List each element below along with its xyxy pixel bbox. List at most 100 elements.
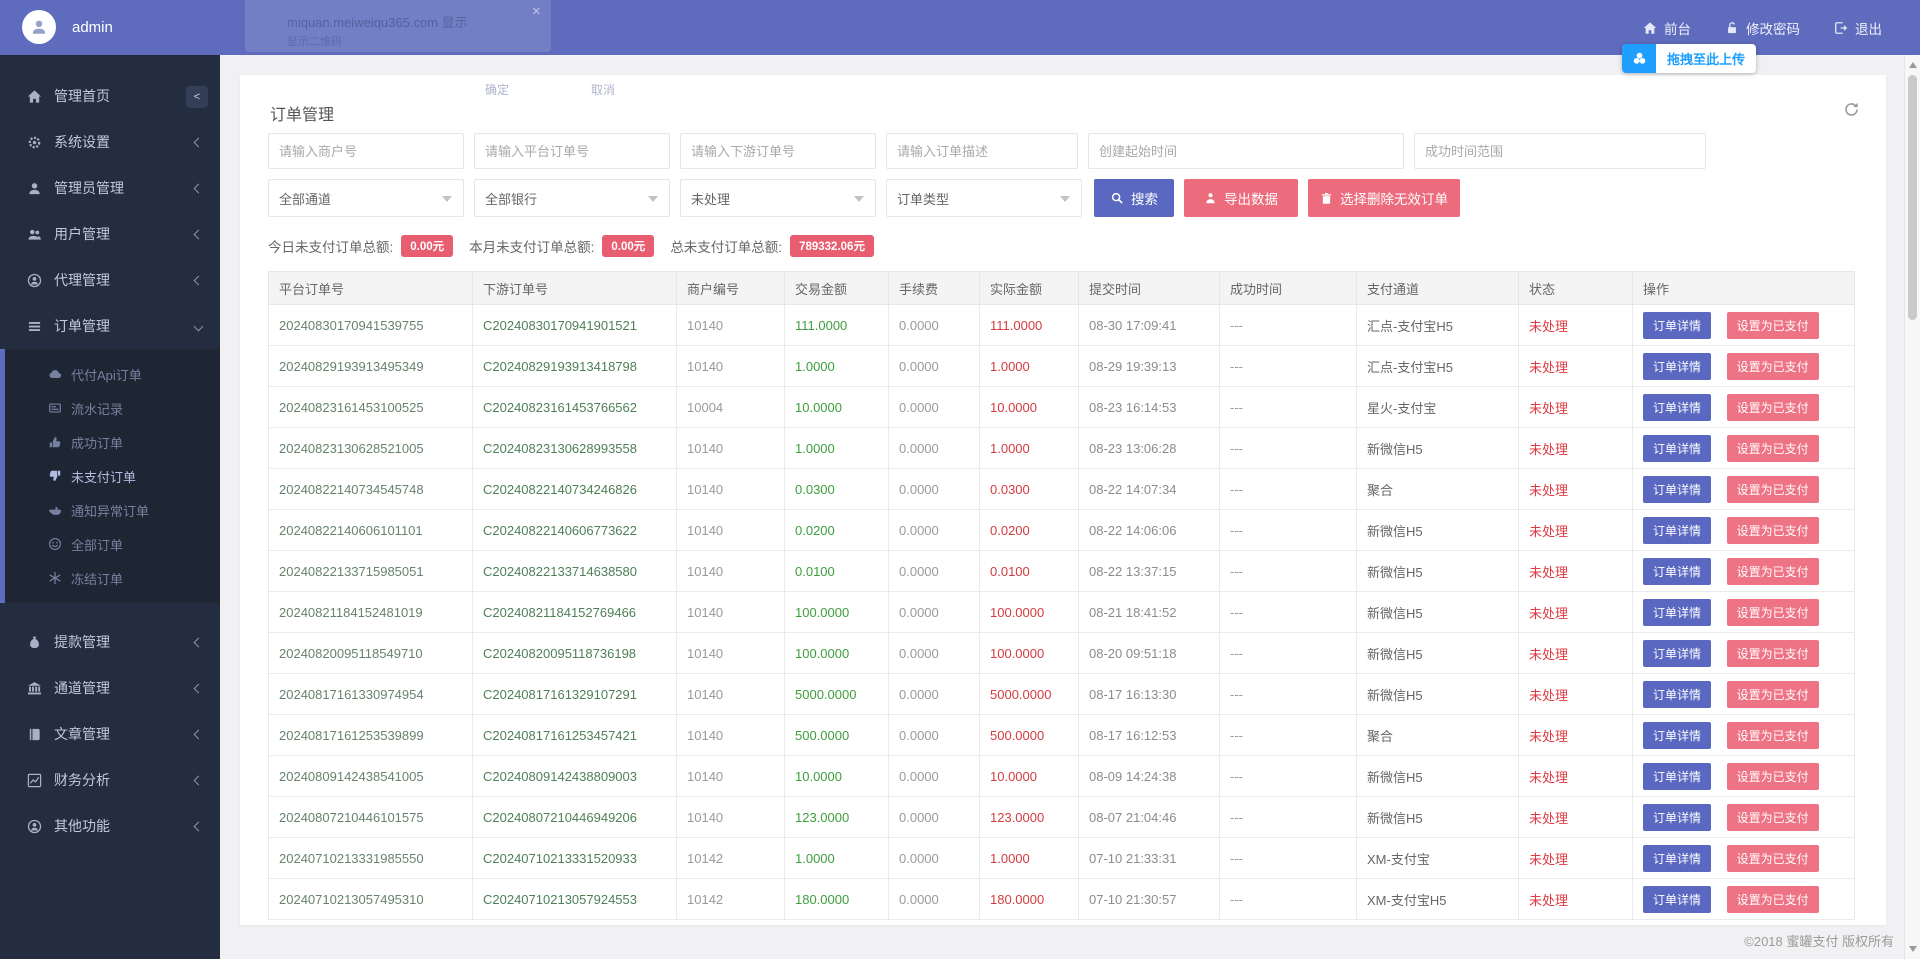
set-paid-button[interactable]: 设置为已支付 [1727,476,1819,503]
submenu-item-unpaid-orders[interactable]: 未支付订单 [5,459,220,493]
set-paid-button[interactable]: 设置为已支付 [1727,517,1819,544]
order-detail-button[interactable]: 订单详情 [1643,599,1711,626]
cell-platform-order-no: 20240710213057495310 [269,879,473,920]
order-detail-button[interactable]: 订单详情 [1643,394,1711,421]
sidebar-item-order-manage[interactable]: 订单管理 [0,303,220,349]
cell-success-time: --- [1220,428,1357,469]
set-paid-button[interactable]: 设置为已支付 [1727,640,1819,667]
set-paid-button[interactable]: 设置为已支付 [1727,845,1819,872]
sidebar-item-finance-analysis[interactable]: 财务分析 [0,757,220,803]
order-detail-button[interactable]: 订单详情 [1643,763,1711,790]
cell-merchant-no: 10140 [677,305,785,346]
refresh-icon[interactable] [1843,101,1860,121]
sidebar-item-system-settings[interactable]: 系统设置 [0,119,220,165]
set-paid-button[interactable]: 设置为已支付 [1727,599,1819,626]
set-paid-button[interactable]: 设置为已支付 [1727,312,1819,339]
set-paid-button[interactable]: 设置为已支付 [1727,681,1819,708]
sidebar-item-agent-manage[interactable]: 代理管理 [0,257,220,303]
table-row: 20240829193913495349 C202408291939134187… [269,346,1855,387]
set-paid-button[interactable]: 设置为已支付 [1727,763,1819,790]
cell-platform-order-no: 20240817161330974954 [269,674,473,715]
submenu-item-success-orders[interactable]: 成功订单 [5,425,220,459]
chevron-left-icon [194,683,204,693]
set-paid-button[interactable]: 设置为已支付 [1727,558,1819,585]
table-row: 20240830170941539755 C202408301709419015… [269,305,1855,346]
set-paid-button[interactable]: 设置为已支付 [1727,722,1819,749]
scrollbar-thumb[interactable] [1908,75,1917,320]
sidebar-item-user-manage[interactable]: 用户管理 [0,211,220,257]
success-time-range-input[interactable] [1414,133,1706,169]
scroll-up-icon[interactable] [1909,62,1917,68]
order-detail-button[interactable]: 订单详情 [1643,640,1711,667]
channel-select[interactable]: 全部通道 [268,179,464,217]
sidebar-item-withdraw-manage[interactable]: 提款管理 [0,619,220,665]
cell-pay-channel: 汇点-支付宝H5 [1357,305,1519,346]
cell-status: 未处理 [1519,633,1633,674]
status-select[interactable]: 未处理 [680,179,876,217]
order-detail-button[interactable]: 订单详情 [1643,312,1711,339]
export-data-button[interactable]: 导出数据 [1184,179,1298,217]
order-type-select[interactable]: 订单类型 [886,179,1082,217]
set-paid-button[interactable]: 设置为已支付 [1727,353,1819,380]
sidebar-item-other-functions[interactable]: 其他功能 [0,803,220,849]
order-detail-button[interactable]: 订单详情 [1643,435,1711,462]
order-detail-button[interactable]: 订单详情 [1643,804,1711,831]
order-description-input[interactable] [886,133,1078,169]
platform-order-no-input[interactable] [474,133,670,169]
set-paid-button[interactable]: 设置为已支付 [1727,886,1819,913]
username: admin [72,19,113,36]
cell-trade-amount: 123.0000 [785,797,889,838]
order-detail-button[interactable]: 订单详情 [1643,722,1711,749]
cell-status: 未处理 [1519,715,1633,756]
delete-invalid-orders-button[interactable]: 选择删除无效订单 [1308,179,1460,217]
submenu-item-all-orders[interactable]: 全部订单 [5,527,220,561]
sidebar-item-article-manage[interactable]: 文章管理 [0,711,220,757]
select-arrow-icon [854,196,864,202]
scroll-down-icon[interactable] [1909,946,1917,952]
cell-downstream-order-no: C20240710213331520933 [473,838,677,879]
logout-link[interactable]: 退出 [1834,18,1882,38]
order-detail-button[interactable]: 订单详情 [1643,886,1711,913]
order-detail-button[interactable]: 订单详情 [1643,558,1711,585]
sidebar: 管理首页 系统设置 管理员管理 用户管理 代理管理 订单管理 代付Api订单 [0,55,220,959]
order-detail-button[interactable]: 订单详情 [1643,845,1711,872]
cell-merchant-no: 10140 [677,674,785,715]
cell-downstream-order-no: C20240817161253457421 [473,715,677,756]
order-detail-button[interactable]: 订单详情 [1643,353,1711,380]
receipt-icon [47,401,62,415]
cell-platform-order-no: 20240823161453100525 [269,387,473,428]
cell-trade-amount: 5000.0000 [785,674,889,715]
hand-point-icon [47,503,62,517]
user-icon [26,181,43,196]
search-button[interactable]: 搜索 [1094,179,1174,217]
downstream-order-no-input[interactable] [680,133,876,169]
sidebar-item-admin-manage[interactable]: 管理员管理 [0,165,220,211]
cell-fee: 0.0000 [889,838,980,879]
submenu-item-frozen-orders[interactable]: 冻结订单 [5,561,220,595]
page-title: 订单管理 [270,101,334,125]
submenu-item-notify-abnormal-orders[interactable]: 通知异常订单 [5,493,220,527]
order-detail-button[interactable]: 订单详情 [1643,517,1711,544]
front-site-link[interactable]: 前台 [1643,18,1691,38]
cell-fee: 0.0000 [889,305,980,346]
sidebar-collapse-button[interactable]: < [186,86,208,108]
submenu-item-flow-records[interactable]: 流水记录 [5,391,220,425]
change-password-link[interactable]: 修改密码 [1725,18,1800,38]
create-start-time-input[interactable] [1088,133,1404,169]
cell-success-time: --- [1220,510,1357,551]
cell-success-time: --- [1220,756,1357,797]
cell-merchant-no: 10142 [677,838,785,879]
page-scrollbar[interactable] [1904,55,1920,959]
submenu-item-api-payout-orders[interactable]: 代付Api订单 [5,357,220,391]
sidebar-item-channel-manage[interactable]: 通道管理 [0,665,220,711]
set-paid-button[interactable]: 设置为已支付 [1727,394,1819,421]
order-detail-button[interactable]: 订单详情 [1643,681,1711,708]
order-detail-button[interactable]: 订单详情 [1643,476,1711,503]
bank-select[interactable]: 全部银行 [474,179,670,217]
cell-merchant-no: 10140 [677,346,785,387]
merchant-no-input[interactable] [268,133,464,169]
col-downstream-order-no: 下游订单号 [473,272,677,305]
col-actual-amount: 实际金额 [980,272,1079,305]
set-paid-button[interactable]: 设置为已支付 [1727,435,1819,462]
set-paid-button[interactable]: 设置为已支付 [1727,804,1819,831]
